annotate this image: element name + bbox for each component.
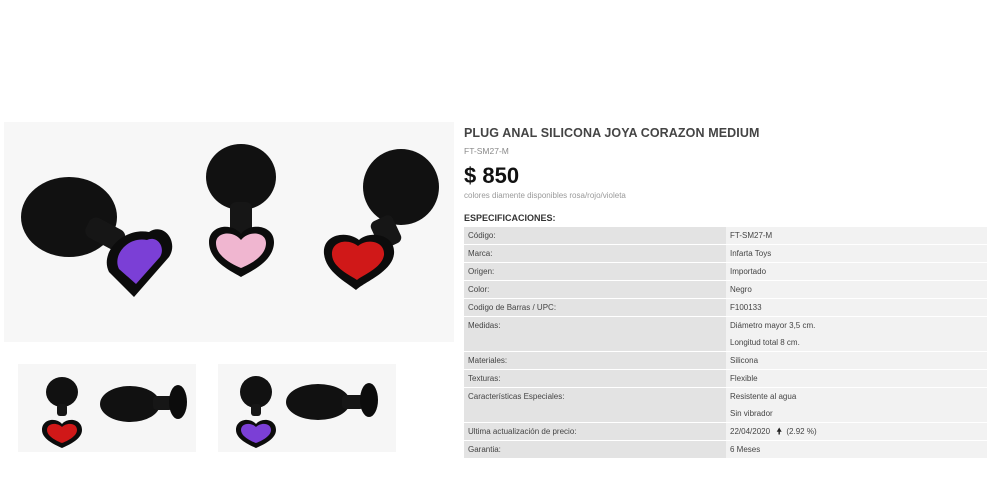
arrow-up-icon: 🠝 (776, 425, 783, 436)
table-row: Marca: Infarta Toys (464, 244, 987, 263)
table-row: Ultima actualización de precio: 22/04/20… (464, 422, 987, 441)
product-sku: FT-SM27-M (464, 146, 509, 156)
spec-label: Características Especiales: (464, 387, 726, 423)
spec-value: Resistente al agua Sin vibrador (726, 387, 987, 423)
spec-label: Color: (464, 280, 726, 299)
spec-value: Silicona (726, 351, 987, 370)
table-row: Medidas: Diámetro mayor 3,5 cm. Longitud… (464, 316, 987, 352)
table-row: Código: FT-SM27-M (464, 227, 987, 245)
product-info: PLUG ANAL SILICONA JOYA CORAZON MEDIUM F… (464, 126, 988, 459)
plug-red (323, 149, 439, 290)
spec-value: Importado (726, 262, 987, 281)
spec-value: Flexible (726, 369, 987, 388)
table-row: Color: Negro (464, 280, 987, 299)
spec-label: Código: (464, 227, 726, 245)
thumbnail-1[interactable] (18, 364, 196, 452)
spec-value-line: Longitud total 8 cm. (730, 338, 800, 347)
thumbnail-2[interactable] (218, 364, 396, 452)
product-note: colores diamente disponibles rosa/rojo/v… (464, 191, 626, 200)
spec-value: Negro (726, 280, 987, 299)
spec-label: Garantia: (464, 440, 726, 459)
product-gallery (0, 0, 455, 489)
table-row: Garantia: 6 Meses (464, 440, 987, 459)
table-row: Materiales: Silicona (464, 351, 987, 370)
spec-label: Ultima actualización de precio: (464, 422, 726, 441)
spec-value: F100133 (726, 298, 987, 317)
specs-heading: ESPECIFICACIONES: (464, 213, 556, 223)
spec-label: Materiales: (464, 351, 726, 370)
spec-value-line: Diámetro mayor 3,5 cm. (730, 321, 816, 330)
spec-label: Marca: (464, 244, 726, 263)
spec-label: Codigo de Barras / UPC: (464, 298, 726, 317)
spec-value: 22/04/2020 🠝 (2.92 %) (726, 422, 987, 441)
plug-pink (206, 144, 276, 277)
spec-value-line: Resistente al agua (730, 392, 797, 401)
table-row: Origen: Importado (464, 262, 987, 281)
spec-label: Texturas: (464, 369, 726, 388)
price-update-date: 22/04/2020 (730, 426, 771, 436)
spec-label: Origen: (464, 262, 726, 281)
table-row: Texturas: Flexible (464, 369, 987, 388)
spec-value: FT-SM27-M (726, 227, 987, 245)
price-change-percent: (2.92 %) (786, 426, 817, 436)
main-product-image[interactable] (4, 122, 454, 342)
table-row: Codigo de Barras / UPC: F100133 (464, 298, 987, 317)
plug-violet (21, 177, 173, 297)
table-row: Características Especiales: Resistente a… (464, 387, 987, 423)
product-price: $ 850 (464, 163, 520, 188)
specs-table: Código: FT-SM27-M Marca: Infarta Toys Or… (464, 227, 987, 459)
spec-value: Infarta Toys (726, 244, 987, 263)
spec-value: Diámetro mayor 3,5 cm. Longitud total 8 … (726, 316, 987, 352)
spec-label: Medidas: (464, 316, 726, 352)
product-title: PLUG ANAL SILICONA JOYA CORAZON MEDIUM (464, 126, 760, 140)
spec-value-line: Sin vibrador (730, 409, 773, 418)
spec-value: 6 Meses (726, 440, 987, 459)
